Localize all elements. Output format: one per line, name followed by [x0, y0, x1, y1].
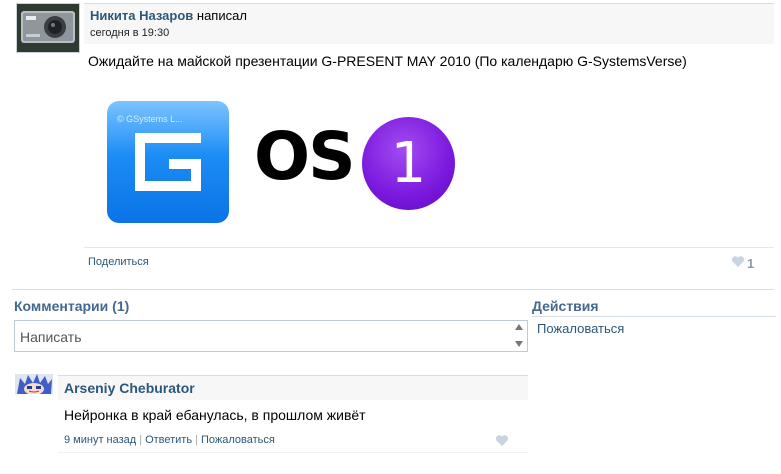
post-author-line: Никита Назаров написал: [90, 8, 247, 23]
comment-meta: 9 минут назад | Ответить | Пожаловаться: [64, 434, 275, 446]
actions-header: Действия: [532, 298, 599, 314]
post-text: Ожидайте на майской презентации G-PRESEN…: [88, 53, 687, 69]
comment-author-name[interactable]: Arseniy Cheburator: [64, 380, 195, 396]
like-heart-icon[interactable]: [731, 255, 745, 271]
version-number-circle: 1: [362, 117, 455, 210]
post-action-word: написал: [196, 8, 247, 23]
post-author-name[interactable]: Никита Назаров: [90, 8, 193, 23]
actions-divider: [532, 316, 776, 317]
meta-separator: |: [195, 434, 198, 446]
comment-reply-link[interactable]: Ответить: [145, 434, 192, 446]
share-link[interactable]: Поделиться: [88, 256, 149, 268]
comment-bottom-divider: [58, 452, 528, 453]
comment-time-link[interactable]: 9 минут назад: [64, 434, 136, 446]
report-post-link[interactable]: Пожаловаться: [537, 321, 624, 336]
camera-icon: [17, 4, 79, 52]
comment-input[interactable]: Написать: [14, 320, 528, 352]
g-logo-image: © GSystems L...: [107, 101, 229, 223]
post-timestamp[interactable]: сегодня в 19:30: [90, 27, 169, 39]
comment-like-heart-icon[interactable]: [495, 434, 509, 450]
os-wordmark: OS: [254, 118, 356, 195]
comment-input-placeholder: Написать: [20, 329, 82, 345]
comment-report-link[interactable]: Пожаловаться: [201, 434, 275, 446]
author-avatar[interactable]: [16, 3, 80, 53]
meta-separator: |: [139, 434, 143, 446]
like-count[interactable]: 1: [747, 256, 754, 271]
section-divider: [12, 289, 774, 290]
g-letter-icon: [135, 133, 201, 191]
anime-avatar-icon: [15, 374, 53, 394]
comment-author-avatar[interactable]: [15, 374, 53, 394]
scroll-up-icon[interactable]: [515, 324, 523, 330]
comment-text: Нейронка в край ебанулась, в прошлом жив…: [64, 407, 366, 423]
scroll-down-icon[interactable]: [515, 341, 523, 347]
post-footer-divider: [84, 247, 774, 248]
comments-header: Комментарии (1): [14, 298, 130, 314]
